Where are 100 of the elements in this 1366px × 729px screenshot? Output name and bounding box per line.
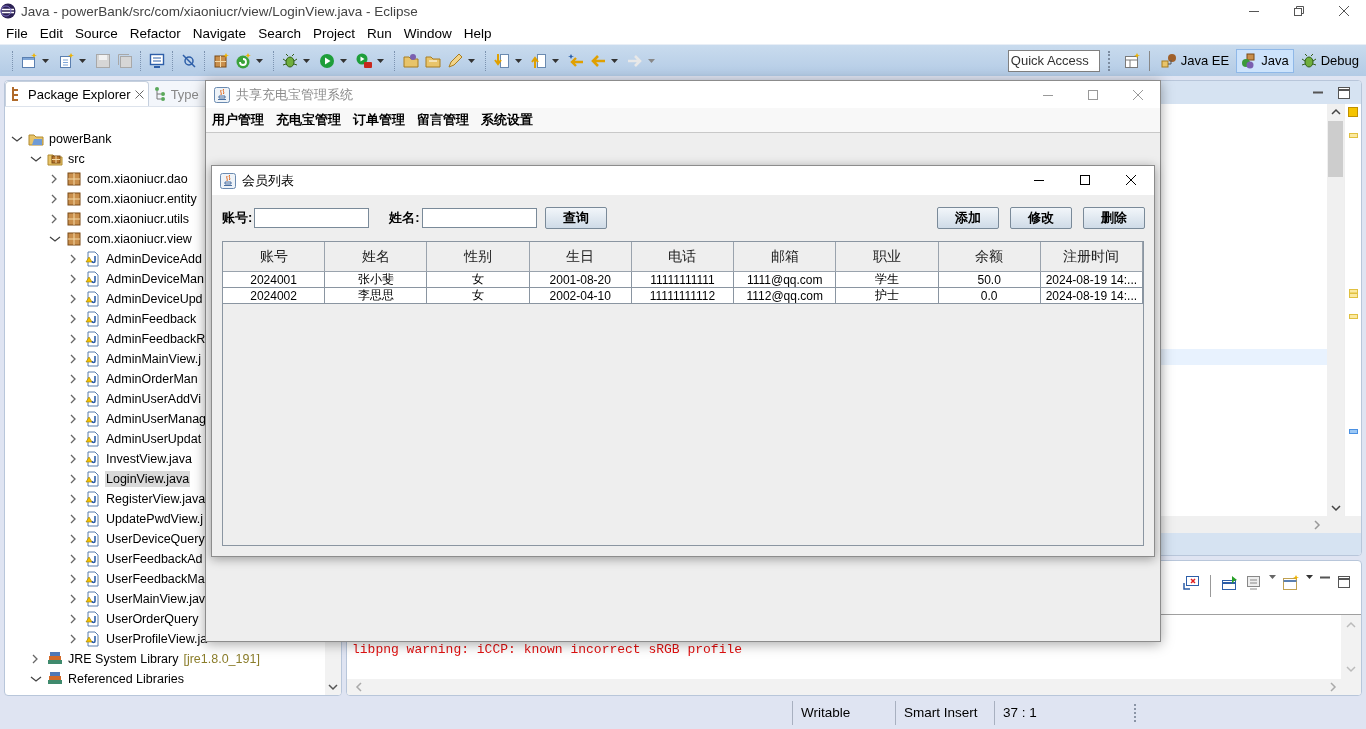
input-field[interactable] (421, 208, 537, 228)
minimize-icon[interactable] (1319, 575, 1331, 581)
warning-marker-icon[interactable] (1348, 133, 1358, 138)
caret-icon[interactable] (1269, 575, 1276, 580)
column-header[interactable]: 余额 (938, 242, 1041, 272)
last-edit-icon[interactable] (568, 52, 584, 69)
edit-button[interactable]: 修改 (1010, 207, 1072, 229)
close-icon[interactable] (1125, 175, 1137, 186)
tree-item[interactable]: LoginView.java (105, 471, 191, 487)
column-header[interactable]: 注册时间 (1040, 242, 1143, 272)
new-package-icon[interactable] (213, 52, 229, 69)
column-header[interactable]: 性别 (427, 242, 530, 272)
scroll-down-icon[interactable] (328, 684, 338, 691)
caret-icon[interactable] (79, 58, 86, 63)
column-header[interactable]: 生日 (529, 242, 632, 272)
caret-icon[interactable] (42, 58, 49, 63)
tree-item[interactable]: UserOrderQuery (105, 611, 200, 627)
run-tool-icon[interactable] (356, 52, 372, 69)
new-window-icon[interactable] (21, 52, 37, 69)
scroll-up-icon[interactable] (1330, 108, 1341, 115)
delete-button[interactable]: 删除 (1083, 207, 1145, 229)
tree-item[interactable]: com.xiaoniucr.dao (86, 171, 189, 187)
menu-item[interactable]: Edit (33, 25, 70, 41)
menu-item[interactable]: 系统设置 (475, 111, 539, 129)
menu-item[interactable]: Window (397, 25, 458, 41)
open-perspective-icon[interactable] (1123, 52, 1140, 69)
column-header[interactable]: 电话 (631, 242, 735, 272)
maximize-icon[interactable] (1079, 175, 1091, 186)
menu-item[interactable]: 用户管理 (206, 111, 270, 129)
bug-icon[interactable] (282, 52, 298, 69)
caret-icon[interactable] (340, 58, 347, 63)
tree-item[interactable]: RegisterView.java (105, 491, 207, 507)
caret-icon[interactable] (552, 58, 559, 63)
no-breakpoint-icon[interactable] (181, 52, 197, 69)
menu-item[interactable]: Source (69, 25, 124, 41)
menu-item[interactable]: 订单管理 (347, 111, 411, 129)
tree-item[interactable]: AdminUserManag (105, 411, 208, 427)
input-field[interactable] (254, 208, 370, 228)
tree-item[interactable]: com.xiaoniucr.entity (86, 191, 198, 207)
maximize-icon[interactable] (1337, 575, 1351, 590)
column-header[interactable]: 姓名 (325, 242, 428, 272)
tree-item[interactable]: AdminDeviceAdd (105, 251, 203, 267)
menu-item[interactable]: Project (306, 25, 361, 41)
menu-item[interactable]: Refactor (123, 25, 187, 41)
tree-item[interactable]: Referenced Libraries (67, 671, 186, 687)
tree-item[interactable]: InvestView.java (105, 451, 193, 467)
column-header[interactable]: 职业 (836, 242, 939, 272)
monitor-icon[interactable] (149, 52, 165, 69)
caret-icon[interactable] (611, 58, 618, 63)
perspective-button[interactable]: Java (1236, 48, 1294, 73)
run-icon[interactable] (319, 52, 335, 69)
restore-icon[interactable] (1293, 6, 1304, 16)
tree-item[interactable]: src (67, 151, 86, 167)
tree-item[interactable]: AdminDeviceMan (105, 271, 205, 287)
add-button[interactable]: 添加 (937, 207, 999, 229)
column-header[interactable]: 邮箱 (734, 242, 837, 272)
remove-launch-icon[interactable] (1182, 575, 1200, 592)
display-console-icon[interactable] (1245, 575, 1263, 592)
tree-item[interactable]: UpdatePwdView.j (105, 511, 205, 527)
menu-item[interactable]: Search (252, 25, 307, 41)
occurrence-marker-icon[interactable] (1348, 429, 1358, 434)
tree-item[interactable]: AdminDeviceUpd (105, 291, 204, 307)
scroll-down-icon[interactable] (1330, 505, 1341, 513)
tree-item[interactable]: powerBank (48, 131, 113, 147)
tree-item[interactable]: AdminUserAddVi (105, 391, 202, 407)
tree-item[interactable]: JRE System Library (67, 651, 180, 667)
pin-icon[interactable] (1221, 575, 1239, 592)
pen-icon[interactable] (447, 52, 463, 69)
close-icon[interactable] (1338, 6, 1349, 16)
tree-item[interactable]: AdminMainView.j (105, 351, 202, 367)
menu-item[interactable]: 留言管理 (411, 111, 475, 129)
tree-item[interactable]: AdminOrderMan (105, 371, 199, 387)
column-header[interactable]: 账号 (223, 242, 326, 272)
refresh-icon[interactable] (235, 52, 251, 69)
quick-access-field[interactable]: Quick Access (1007, 49, 1100, 72)
tree-item[interactable]: UserDeviceQuery (105, 531, 206, 547)
tree-item[interactable]: com.xiaoniucr.view (86, 231, 193, 247)
menu-item[interactable]: Help (457, 25, 498, 41)
menu-item[interactable]: Navigate (186, 25, 253, 41)
tree-item[interactable]: UserFeedbackAd (105, 551, 204, 567)
caret-icon[interactable] (468, 58, 475, 63)
menu-item[interactable]: 充电宝管理 (270, 111, 347, 129)
menu-item[interactable]: Run (360, 25, 398, 41)
caret-icon[interactable] (377, 58, 384, 63)
tree-item[interactable]: AdminUserUpdat (105, 431, 203, 447)
search-button[interactable]: 查询 (544, 207, 607, 229)
new-file-icon[interactable] (58, 52, 74, 69)
scroll-thumb[interactable] (1328, 121, 1343, 177)
menu-item[interactable]: File (0, 25, 34, 41)
warning-marker-icon[interactable] (1348, 289, 1358, 298)
view-tab[interactable]: Package Explorer (5, 81, 149, 106)
new-console-icon[interactable] (1282, 575, 1300, 592)
previous-annotation-icon[interactable] (531, 52, 547, 69)
perspective-button[interactable]: Java EE (1155, 48, 1235, 73)
tree-item[interactable]: com.xiaoniucr.utils (86, 211, 191, 227)
open-folder-icon[interactable] (403, 52, 419, 69)
tree-item[interactable]: UserMainView.jav (105, 591, 207, 607)
next-annotation-icon[interactable] (494, 52, 510, 69)
caret-icon[interactable] (303, 58, 310, 63)
caret-icon[interactable] (256, 58, 263, 63)
